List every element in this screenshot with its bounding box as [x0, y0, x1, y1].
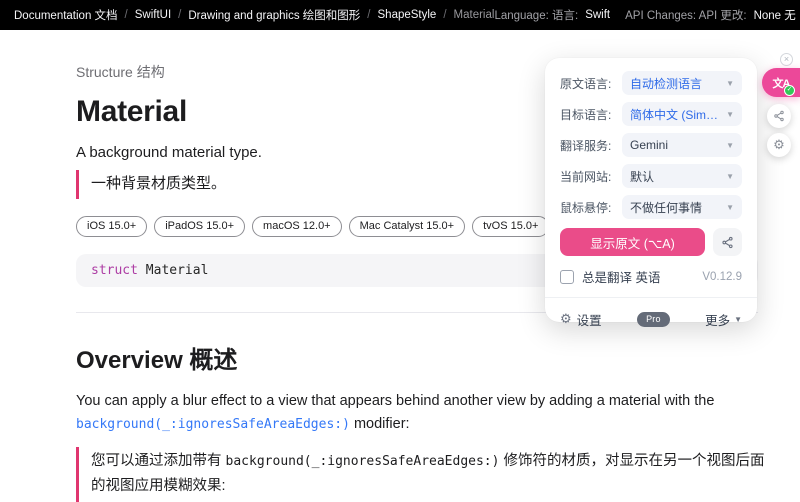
- overview-text: You can apply a blur effect to a view th…: [76, 393, 714, 409]
- translate-service-row: 翻译服务: Gemini ▼: [560, 133, 742, 157]
- overview-translation-quote: 您可以通过添加带有 background(_:ignoresSafeAreaEd…: [76, 447, 766, 502]
- floating-share-button[interactable]: [767, 104, 791, 128]
- more-label: 更多: [705, 310, 730, 329]
- breadcrumb-drawing-and-graphics[interactable]: Drawing and graphics 绘图和图形: [188, 7, 360, 23]
- chevron-down-icon: ▼: [734, 315, 742, 324]
- chevron-down-icon: ▼: [726, 110, 734, 119]
- current-site-select[interactable]: 默认 ▼: [622, 164, 742, 188]
- popup-footer: ⚙ 设置 Pro 更多 ▼: [545, 297, 757, 331]
- overview-text-after: modifier:: [350, 416, 410, 432]
- breadcrumb-material-current: Material: [454, 9, 495, 21]
- breadcrumb-separator: /: [367, 9, 370, 21]
- platform-badge-ipados: iPadOS 15.0+: [154, 216, 245, 237]
- settings-label: 设置: [577, 310, 602, 329]
- share-icon: [721, 236, 734, 249]
- platform-badge-macos: macOS 12.0+: [252, 216, 342, 237]
- share-button[interactable]: [713, 228, 742, 256]
- breadcrumb-separator: /: [443, 9, 446, 21]
- translated-check-icon: ✓: [784, 85, 795, 96]
- current-site-row: 当前网站: 默认 ▼: [560, 164, 742, 188]
- source-language-value: 自动检测语言: [630, 75, 702, 92]
- chevron-down-icon: ▼: [726, 172, 734, 181]
- extension-version: V0.12.9: [702, 271, 742, 283]
- translate-service-label: 翻译服务:: [560, 137, 622, 154]
- code-keyword: struct: [91, 263, 138, 278]
- translate-service-select[interactable]: Gemini ▼: [622, 133, 742, 157]
- more-menu-button[interactable]: 更多 ▼: [705, 310, 742, 329]
- language-value[interactable]: Swift: [585, 9, 610, 21]
- api-changes-label: API Changes: API 更改:: [625, 7, 746, 23]
- translate-floating-button[interactable]: 文A ✓: [762, 68, 800, 97]
- breadcrumb-separator: /: [178, 9, 181, 21]
- always-translate-checkbox[interactable]: [560, 270, 574, 284]
- platform-badge-ios: iOS 15.0+: [76, 216, 147, 237]
- target-language-value: 简体中文 (Simplified ...: [630, 106, 722, 123]
- source-language-row: 原文语言: 自动检测语言 ▼: [560, 71, 742, 95]
- mouse-hover-row: 鼠标悬停: 不做任何事情 ▼: [560, 195, 742, 219]
- settings-button[interactable]: ⚙ 设置: [560, 310, 602, 329]
- pro-badge[interactable]: Pro: [637, 312, 670, 327]
- language-label: Language: 语言:: [494, 7, 578, 23]
- current-site-label: 当前网站:: [560, 168, 622, 185]
- api-changes-value[interactable]: None 无: [754, 7, 796, 23]
- chevron-down-icon: ▼: [726, 141, 734, 150]
- share-icon: [773, 110, 785, 122]
- platform-badge-mac-catalyst: Mac Catalyst 15.0+: [349, 216, 465, 237]
- breadcrumb-shapestyle[interactable]: ShapeStyle: [378, 9, 437, 21]
- code-symbol-name: Material: [138, 263, 208, 278]
- overview-heading: Overview 概述: [76, 340, 758, 375]
- current-site-value: 默认: [630, 168, 654, 185]
- source-language-select[interactable]: 自动检测语言 ▼: [622, 71, 742, 95]
- mouse-hover-value: 不做任何事情: [630, 199, 702, 216]
- show-original-button[interactable]: 显示原文 (⌥A): [560, 228, 705, 256]
- translation-inline-code: background(_:ignoresSafeAreaEdges:): [226, 454, 500, 469]
- chevron-down-icon: ▼: [726, 79, 734, 88]
- close-icon: ×: [784, 54, 789, 64]
- source-language-label: 原文语言:: [560, 75, 622, 92]
- translate-extension-popup: 原文语言: 自动检测语言 ▼ 目标语言: 简体中文 (Simplified ..…: [545, 58, 757, 322]
- chevron-down-icon: ▼: [726, 203, 734, 212]
- breadcrumb: Documentation 文档 / SwiftUI / Drawing and…: [14, 7, 494, 23]
- target-language-select[interactable]: 简体中文 (Simplified ... ▼: [622, 102, 742, 126]
- platform-badge-tvos: tvOS 15.0+: [472, 216, 549, 237]
- breadcrumb-swiftui[interactable]: SwiftUI: [135, 9, 171, 21]
- floating-close-button[interactable]: ×: [780, 53, 793, 66]
- breadcrumb-documentation[interactable]: Documentation 文档: [14, 7, 118, 23]
- floating-settings-button[interactable]: ⚙: [767, 133, 791, 157]
- gear-icon: ⚙: [560, 311, 572, 327]
- translate-service-value: Gemini: [630, 138, 668, 152]
- translation-text: 您可以通过添加带有: [91, 453, 226, 469]
- target-language-row: 目标语言: 简体中文 (Simplified ... ▼: [560, 102, 742, 126]
- overview-paragraph: You can apply a blur effect to a view th…: [76, 390, 758, 436]
- background-modifier-link[interactable]: background(_:ignoresSafeAreaEdges:): [76, 417, 350, 432]
- always-translate-label[interactable]: 总是翻译 英语: [582, 267, 660, 286]
- mouse-hover-select[interactable]: 不做任何事情 ▼: [622, 195, 742, 219]
- target-language-label: 目标语言:: [560, 106, 622, 123]
- gear-icon: ⚙: [773, 137, 785, 153]
- always-translate-row: 总是翻译 英语 V0.12.9: [560, 267, 742, 286]
- mouse-hover-label: 鼠标悬停:: [560, 199, 622, 216]
- breadcrumb-separator: /: [125, 9, 128, 21]
- page-metadata: Language: 语言: Swift API Changes: API 更改:…: [494, 7, 795, 23]
- top-navigation-bar: Documentation 文档 / SwiftUI / Drawing and…: [0, 0, 800, 30]
